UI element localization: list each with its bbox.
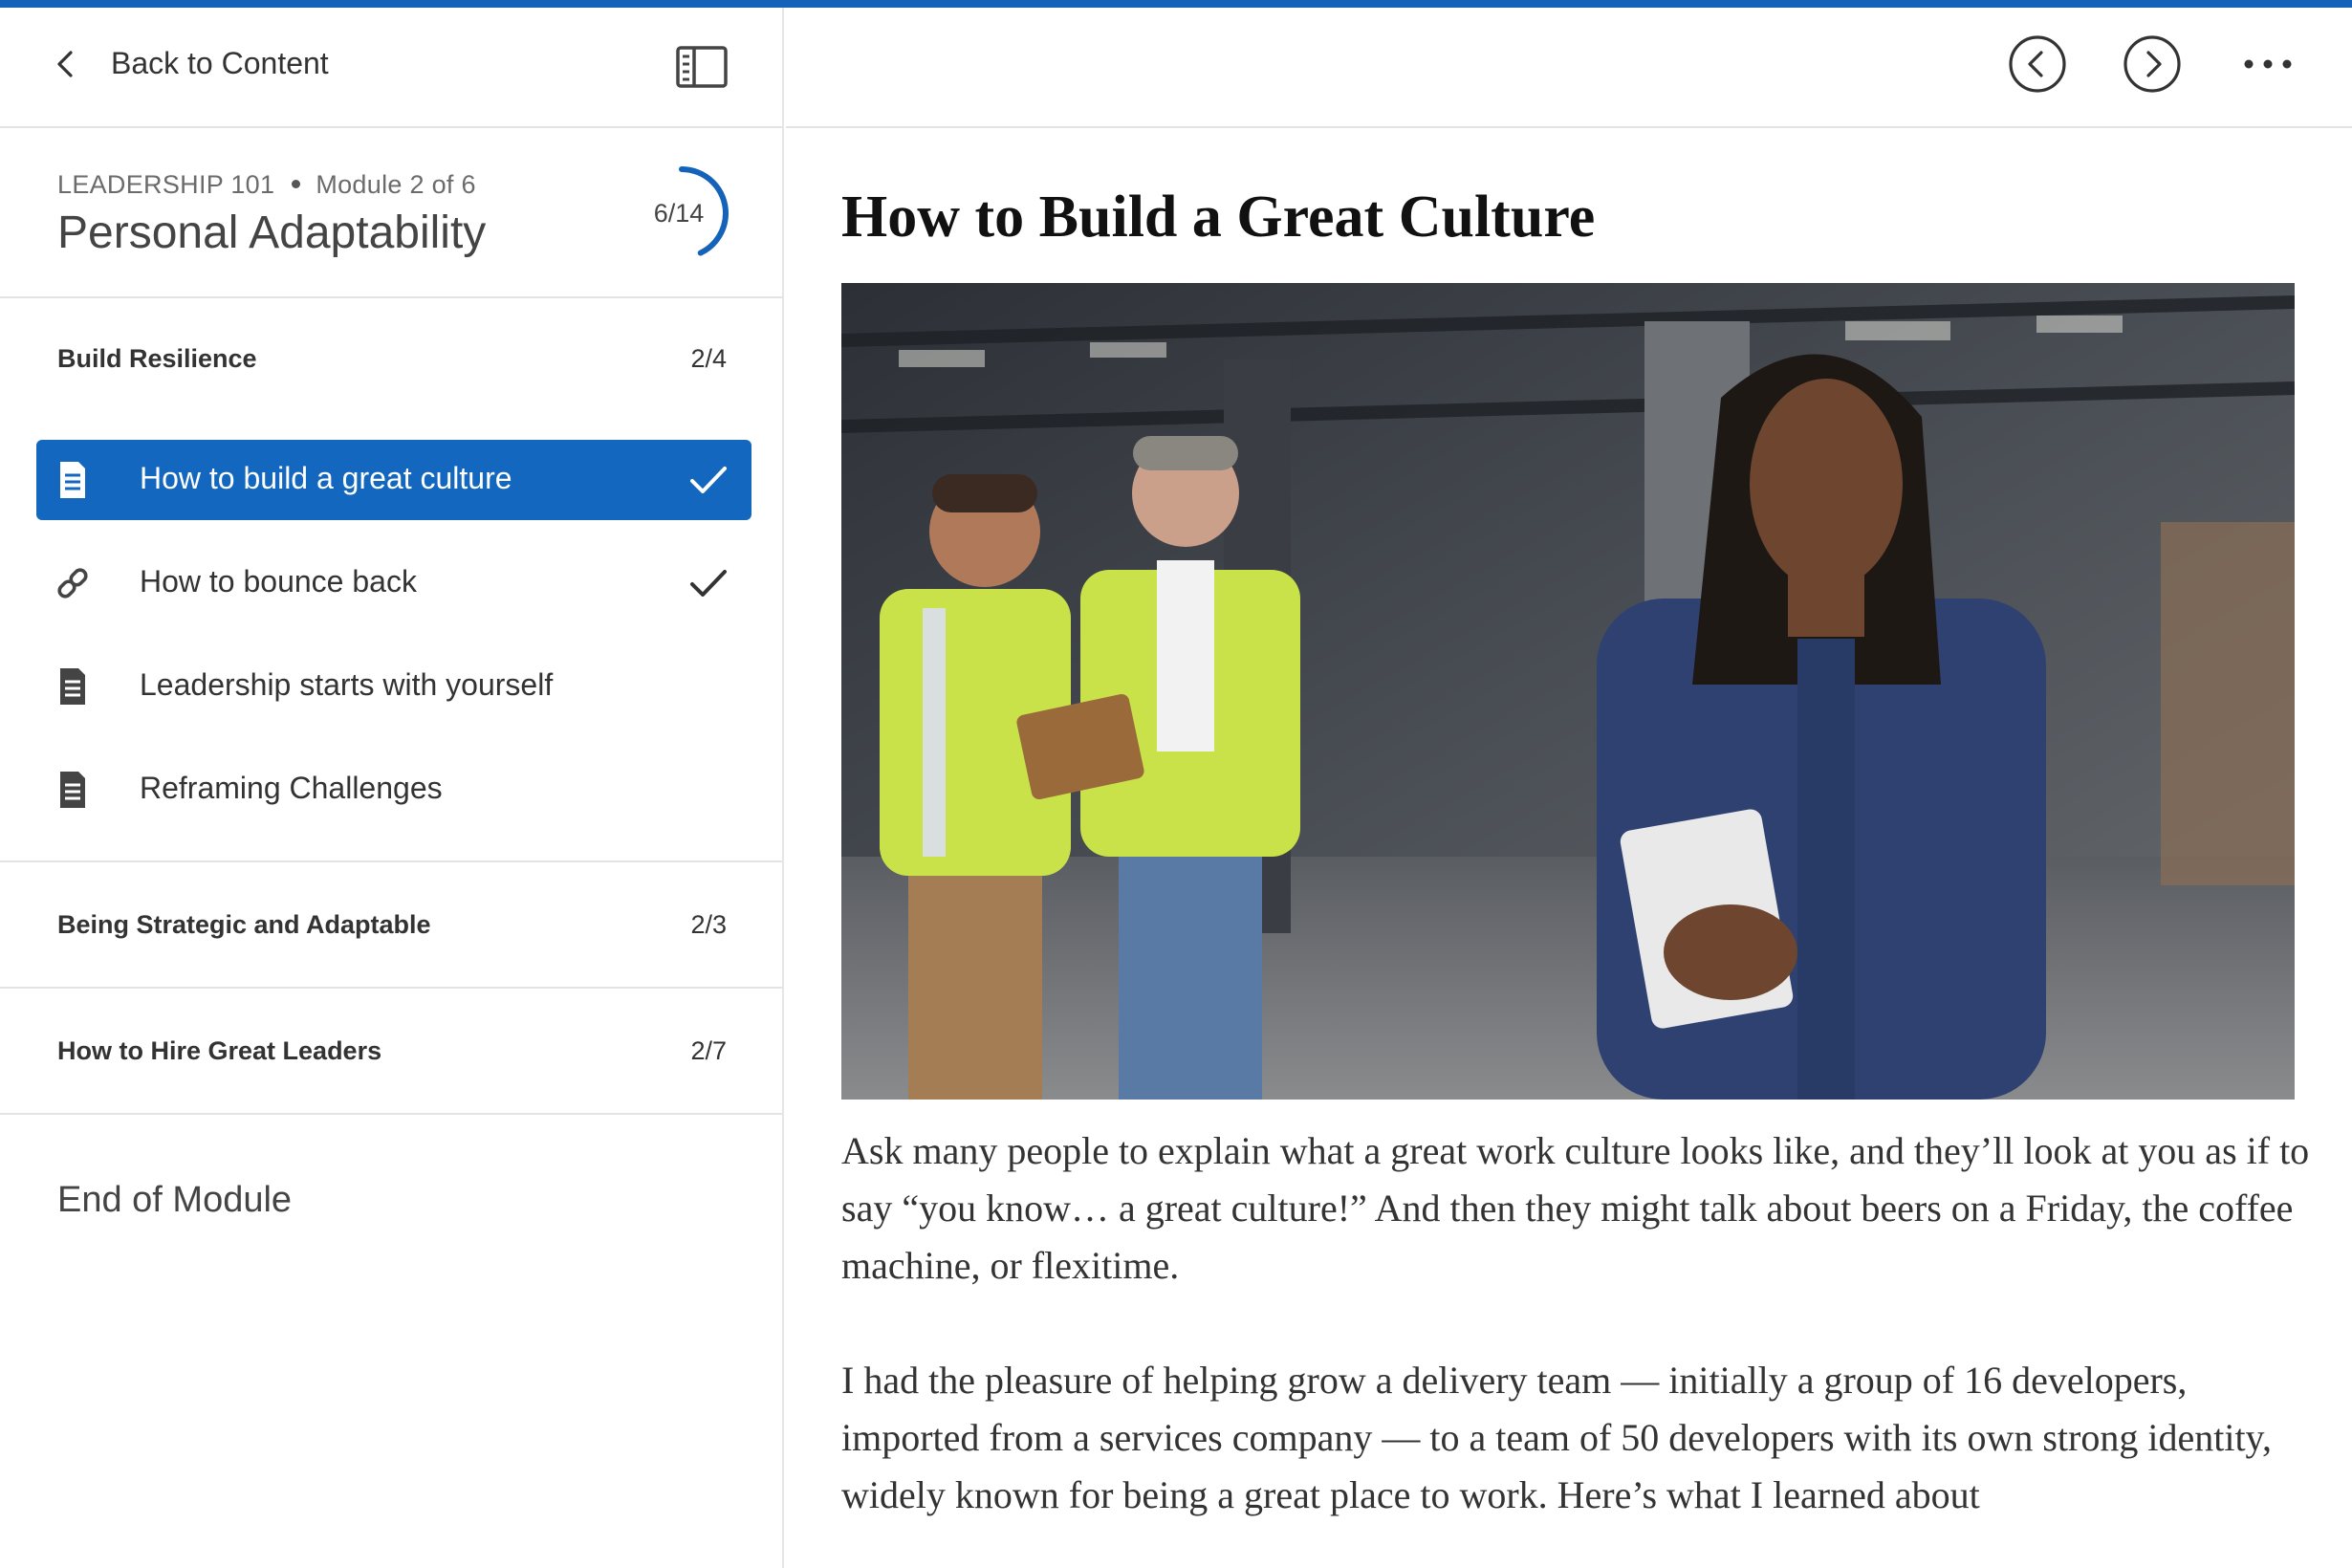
back-to-content-link[interactable]: Back to Content	[111, 46, 329, 81]
module-title: Personal Adaptability	[57, 207, 487, 258]
lesson-how-to-bounce-back[interactable]: How to bounce back	[36, 543, 751, 623]
lesson-label: Reframing Challenges	[140, 771, 443, 805]
section-being-strategic-and-adaptable[interactable]: Being Strategic and Adaptable 2/3	[0, 860, 782, 989]
top-accent-bar	[0, 0, 2352, 8]
module-progress-text: 6/14	[653, 199, 705, 228]
chevron-left-circle-icon	[2009, 35, 2066, 93]
hero-image	[841, 283, 2295, 1100]
article-paragraph: Ask many people to explain what a great …	[841, 1129, 2310, 1287]
course-name: LEADERSHIP 101	[57, 170, 275, 199]
end-of-module-label[interactable]: End of Module	[57, 1180, 292, 1221]
more-horizontal-icon	[2244, 59, 2292, 69]
table-of-contents-icon[interactable]	[675, 44, 729, 90]
article-title: How to Build a Great Culture	[841, 185, 1596, 250]
checkmark-icon	[690, 467, 727, 493]
module-header: LEADERSHIP 101 Module 2 of 6 Personal Ada…	[0, 126, 782, 298]
chevron-right-circle-icon	[2123, 35, 2181, 93]
section-title: Being Strategic and Adaptable	[57, 910, 431, 939]
document-icon	[60, 462, 85, 498]
lesson-label: How to build a great culture	[140, 461, 512, 495]
previous-button[interactable]	[2008, 34, 2067, 94]
module-breadcrumb: LEADERSHIP 101 Module 2 of 6	[57, 170, 476, 200]
link-icon	[57, 568, 88, 599]
back-to-content-row[interactable]: Back to Content	[0, 8, 782, 128]
next-button[interactable]	[2123, 34, 2182, 94]
article-pane: How to Build a Great Culture Ask many pe…	[786, 8, 2352, 1568]
section-title: How to Hire Great Leaders	[57, 1036, 382, 1065]
more-options-button[interactable]	[2239, 50, 2297, 78]
section-count: 2/4	[690, 344, 727, 373]
section-build-resilience: Build Resilience 2/4 How to build a grea…	[0, 296, 782, 862]
section-count: 2/7	[690, 1036, 727, 1065]
lesson-label: Leadership starts with yourself	[140, 667, 554, 702]
lesson-reframing-challenges[interactable]: Reframing Challenges	[36, 750, 751, 830]
separator-dot	[292, 180, 301, 189]
article-toolbar	[786, 8, 2352, 128]
chevron-left-icon[interactable]	[52, 50, 80, 78]
article-paragraph: I had the pleasure of helping grow a del…	[841, 1359, 2272, 1516]
module-position: Module 2 of 6	[316, 170, 476, 199]
checkmark-icon	[690, 570, 727, 597]
lesson-label: How to bounce back	[140, 564, 417, 599]
section-count: 2/3	[690, 910, 727, 939]
section-header[interactable]: Build Resilience 2/4	[0, 296, 782, 417]
section-title: Build Resilience	[57, 344, 257, 373]
document-icon	[60, 668, 85, 705]
lesson-how-to-build-a-great-culture[interactable]: How to build a great culture	[36, 440, 751, 520]
module-sidebar: Back to Content LEADERSHIP 101 Module 2 o…	[0, 8, 784, 1568]
section-how-to-hire-great-leaders[interactable]: How to Hire Great Leaders 2/7	[0, 987, 782, 1115]
document-icon	[60, 772, 85, 808]
lesson-leadership-starts-with-yourself[interactable]: Leadership starts with yourself	[36, 646, 751, 727]
